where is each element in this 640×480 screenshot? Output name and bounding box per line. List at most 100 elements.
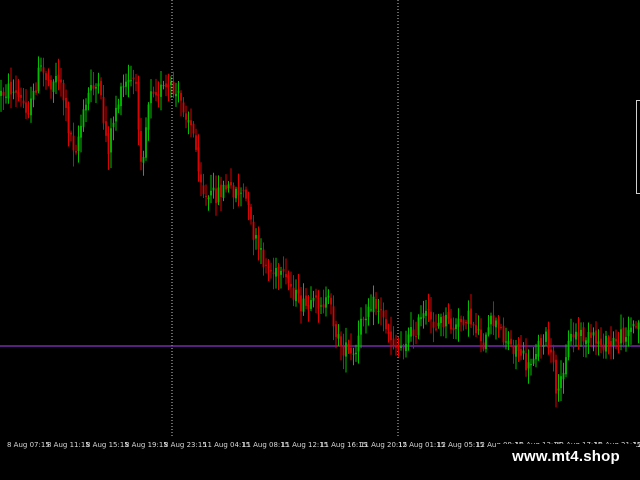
candle-body <box>50 80 52 90</box>
indicator-panel-edge <box>636 100 640 194</box>
candle-body <box>522 350 525 354</box>
candle-body <box>195 135 197 150</box>
candle-body <box>337 334 340 339</box>
candlestick-chart[interactable] <box>0 0 640 437</box>
candle-body <box>590 332 592 338</box>
candle-body <box>550 349 552 353</box>
candle-body <box>232 185 235 198</box>
candle-body <box>610 341 612 346</box>
candle-body <box>197 147 200 172</box>
candle-body <box>92 85 95 89</box>
candle-body <box>225 185 227 190</box>
candle-body <box>320 305 322 307</box>
candle-body <box>305 295 307 306</box>
candle-body <box>537 340 540 357</box>
candle-body <box>80 125 82 138</box>
candle-body <box>17 92 20 97</box>
candle-body <box>497 318 500 325</box>
candle-body <box>167 84 170 87</box>
candle-body <box>417 317 420 336</box>
candle-body <box>580 329 582 336</box>
candle-body <box>555 359 557 394</box>
candle-body <box>542 344 545 347</box>
candle-body <box>295 289 297 302</box>
candle-body <box>597 341 600 345</box>
candle-body <box>250 206 252 220</box>
candle-body <box>240 192 242 194</box>
candle-body <box>292 287 295 300</box>
candle-body <box>37 67 40 92</box>
candle-body <box>297 289 300 294</box>
candle-body <box>432 321 435 328</box>
candle-body <box>507 340 510 345</box>
candle-body <box>75 151 77 153</box>
candle-body <box>150 91 152 104</box>
candle-body <box>215 188 217 203</box>
candle-body <box>220 184 222 197</box>
candle-body <box>560 376 562 389</box>
candle-body <box>165 83 167 88</box>
candle-body <box>602 344 605 351</box>
candle-body <box>227 184 230 189</box>
candle-body <box>175 93 177 97</box>
candle-body <box>450 318 452 330</box>
candle-body <box>392 338 395 347</box>
price-chart-area[interactable] <box>0 0 640 437</box>
candle-body <box>12 91 15 93</box>
candle-body <box>10 81 12 95</box>
candle-body <box>135 81 137 84</box>
candle-body <box>97 83 100 87</box>
candle-body <box>130 80 132 82</box>
candle-body <box>177 91 180 93</box>
candle-body <box>247 201 250 205</box>
candle-body <box>157 94 160 96</box>
candle-body <box>115 107 117 122</box>
candle-body <box>262 249 265 267</box>
candle-body <box>427 309 430 311</box>
candle-body <box>315 295 317 298</box>
candle-body <box>595 330 597 344</box>
candle-body <box>622 327 625 343</box>
candle-body <box>585 340 587 345</box>
candle-body <box>205 195 207 197</box>
candle-body <box>322 304 325 308</box>
candle-body <box>217 187 220 203</box>
candle-body <box>280 270 282 275</box>
candle-body <box>370 309 372 311</box>
candle-body <box>377 310 380 312</box>
candle-body <box>112 122 115 127</box>
candle-body <box>142 157 145 163</box>
candle-body <box>430 311 432 320</box>
candle-body <box>155 92 157 96</box>
candle-body <box>457 318 460 327</box>
candle-body <box>627 330 630 337</box>
candle-body <box>207 197 210 200</box>
candle-body <box>70 132 72 135</box>
candle-body <box>415 336 417 338</box>
candle-body <box>265 264 267 266</box>
candle-body <box>637 322 640 330</box>
candle-body <box>347 344 350 350</box>
candle-body <box>530 364 532 365</box>
candle-body <box>172 81 175 95</box>
candle-body <box>440 317 442 323</box>
candle-body <box>420 317 422 319</box>
candle-body <box>535 354 537 360</box>
candle-body <box>272 272 275 274</box>
candle-body <box>275 268 277 277</box>
candle-body <box>360 318 362 335</box>
candle-body <box>132 77 135 79</box>
candle-body <box>137 81 140 130</box>
candle-body <box>185 113 187 120</box>
candle-body <box>367 306 370 317</box>
candle-body <box>122 86 125 88</box>
candle-body <box>200 174 202 183</box>
candle-body <box>310 300 312 309</box>
candle-body <box>212 187 215 191</box>
candle-body <box>325 297 327 308</box>
candle-body <box>587 332 590 343</box>
candle-body <box>202 185 205 195</box>
candle-body <box>60 79 62 83</box>
candle-body <box>237 187 240 196</box>
candle-body <box>187 120 190 123</box>
